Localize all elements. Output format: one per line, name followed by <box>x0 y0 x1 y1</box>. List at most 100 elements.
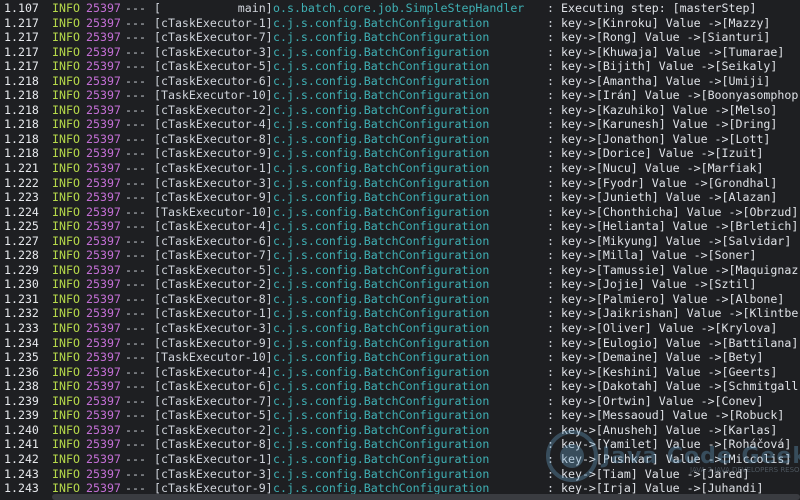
timestamp: 1.228 <box>4 248 39 263</box>
thread-name: [cTaskExecutor-6] <box>154 233 273 248</box>
log-message: key->[Demaine] Value ->[Bety] <box>561 350 764 365</box>
log-message: key->[Ortwin] Value ->[Conev] <box>561 393 764 408</box>
logger-name: c.j.s.config.BatchConfiguration <box>273 131 490 146</box>
colon-separator: : <box>547 44 554 59</box>
logger-name: c.j.s.config.BatchConfiguration <box>273 88 490 103</box>
process-id: 25397 <box>86 321 121 336</box>
logger-name: c.j.s.config.BatchConfiguration <box>273 451 490 466</box>
log-level: INFO <box>52 277 80 292</box>
log-line: 1.241 INFO 25397 --- [cTaskExecutor-8] c.j.s.… <box>0 437 800 452</box>
log-line: 1.240 INFO 25397 --- [cTaskExecutor-2] c.j.s.… <box>0 423 800 438</box>
logger-name: c.j.s.config.BatchConfiguration <box>273 73 490 88</box>
log-level: INFO <box>52 30 80 45</box>
timestamp: 1.227 <box>4 233 39 248</box>
log-line: 1.238 INFO 25397 --- [cTaskExecutor-6] c.j.s.… <box>0 379 800 394</box>
colon-separator: : <box>547 88 554 103</box>
process-id: 25397 <box>86 219 121 234</box>
timestamp: 1.230 <box>4 277 39 292</box>
thread-name: [cTaskExecutor-2] <box>154 422 273 437</box>
thread-name: [cTaskExecutor-1] <box>154 451 273 466</box>
logger-name: c.j.s.config.BatchConfiguration <box>273 364 490 379</box>
logger-name: c.j.s.config.BatchConfiguration <box>273 44 490 59</box>
log-message: key->[Khuwaja] Value ->[Tumarae] <box>561 44 785 59</box>
separator: --- <box>125 291 146 306</box>
logger-name: c.j.s.config.BatchConfiguration <box>273 335 490 350</box>
log-line: 1.230 INFO 25397 --- [cTaskExecutor-2] c.j.s.… <box>0 277 800 292</box>
horizontal-scrollbar[interactable] <box>52 494 800 500</box>
log-level: INFO <box>52 59 80 74</box>
timestamp: 1.234 <box>4 335 39 350</box>
separator: --- <box>125 350 146 365</box>
log-message: key->[Kinroku] Value ->[Mazzy] <box>561 15 771 30</box>
separator: --- <box>125 306 146 321</box>
colon-separator: : <box>547 30 554 45</box>
thread-name: [cTaskExecutor-8] <box>154 131 273 146</box>
thread-name: [cTaskExecutor-7] <box>154 248 273 263</box>
log-line: 1.235 INFO 25397 --- [TaskExecutor-10] c.j.s.… <box>0 350 800 365</box>
log-level: INFO <box>52 233 80 248</box>
thread-name: [cTaskExecutor-4] <box>154 364 273 379</box>
log-line: 1.222 INFO 25397 --- [cTaskExecutor-3] c.j.s.… <box>0 176 800 191</box>
log-line: 1.233 INFO 25397 --- [cTaskExecutor-3] c.j.s.… <box>0 321 800 336</box>
log-line: 1.231 INFO 25397 --- [cTaskExecutor-8] c.j.s.… <box>0 292 800 307</box>
thread-name: [ main] <box>154 1 273 15</box>
log-level: INFO <box>52 262 80 277</box>
log-message: key->[Irán] Value ->[Boonyasomphop] <box>561 88 800 103</box>
log-message: key->[Yamilet] Value ->[Roháčová] <box>561 437 792 452</box>
separator: --- <box>125 15 146 30</box>
timestamp: 1.107 <box>4 1 39 15</box>
separator: --- <box>125 393 146 408</box>
timestamp: 1.218 <box>4 117 39 132</box>
log-line: 1.234 INFO 25397 --- [cTaskExecutor-9] c.j.s.… <box>0 336 800 351</box>
process-id: 25397 <box>86 73 121 88</box>
timestamp: 1.217 <box>4 59 39 74</box>
colon-separator: : <box>547 262 554 277</box>
log-line: 1.236 INFO 25397 --- [cTaskExecutor-4] c.j.s.… <box>0 365 800 380</box>
separator: --- <box>125 466 146 481</box>
log-message: key->[Helianta] Value ->[Brletich] <box>561 219 799 234</box>
process-id: 25397 <box>86 262 121 277</box>
logger-name: c.j.s.config.BatchConfiguration <box>273 15 490 30</box>
log-message: key->[Messaoud] Value ->[Robuck] <box>561 408 785 423</box>
logger-name: c.j.s.config.BatchConfiguration <box>273 219 490 234</box>
separator: --- <box>125 277 146 292</box>
log-message: key->[Eulogio] Value ->[Battilana] <box>561 335 799 350</box>
log-message: key->[Mikyung] Value ->[Salvidar] <box>561 233 792 248</box>
separator: --- <box>125 248 146 263</box>
log-level: INFO <box>52 364 80 379</box>
process-id: 25397 <box>86 393 121 408</box>
timestamp: 1.239 <box>4 408 39 423</box>
log-message: key->[Karunesh] Value ->[Dring] <box>561 117 778 132</box>
colon-separator: : <box>547 364 554 379</box>
log-line: 1.239 INFO 25397 --- [cTaskExecutor-7] c.j.s.… <box>0 394 800 409</box>
thread-name: [cTaskExecutor-6] <box>154 73 273 88</box>
logger-name: c.j.s.config.BatchConfiguration <box>273 262 490 277</box>
log-line: 1.239 INFO 25397 --- [cTaskExecutor-5] c.j.s.… <box>0 408 800 423</box>
timestamp: 1.239 <box>4 393 39 408</box>
thread-name: [cTaskExecutor-3] <box>154 466 273 481</box>
log-line: 1.217 INFO 25397 --- [cTaskExecutor-7] c.j.s.… <box>0 30 800 45</box>
log-level: INFO <box>52 102 80 117</box>
separator: --- <box>125 146 146 161</box>
thread-name: [cTaskExecutor-5] <box>154 59 273 74</box>
terminal-output[interactable]: 1.107 INFO 25397 --- [ main] o.s.batch.core.j… <box>0 0 800 500</box>
timestamp: 1.232 <box>4 306 39 321</box>
log-message: key->[Dorice] Value ->[Izuit] <box>561 146 764 161</box>
log-message: key->[Tamussie] Value ->[Maquignaz] <box>561 262 800 277</box>
log-line: 1.218 INFO 25397 --- [cTaskExecutor-2] c.j.s.… <box>0 103 800 118</box>
log-level: INFO <box>52 175 80 190</box>
log-message: key->[Jaikrishan] Value ->[Klintberg] <box>561 306 800 321</box>
log-line: 1.225 INFO 25397 --- [cTaskExecutor-4] c.j.s.… <box>0 219 800 234</box>
logger-name: c.j.s.config.BatchConfiguration <box>273 233 490 248</box>
log-level: INFO <box>52 204 80 219</box>
separator: --- <box>125 190 146 205</box>
thread-name: [cTaskExecutor-8] <box>154 291 273 306</box>
log-level: INFO <box>52 422 80 437</box>
process-id: 25397 <box>86 190 121 205</box>
log-line: 1.217 INFO 25397 --- [cTaskExecutor-5] c.j.s.… <box>0 59 800 74</box>
process-id: 25397 <box>86 437 121 452</box>
process-id: 25397 <box>86 1 121 15</box>
colon-separator: : <box>547 190 554 205</box>
logger-name: c.j.s.config.BatchConfiguration <box>273 102 490 117</box>
timestamp: 1.238 <box>4 379 39 394</box>
